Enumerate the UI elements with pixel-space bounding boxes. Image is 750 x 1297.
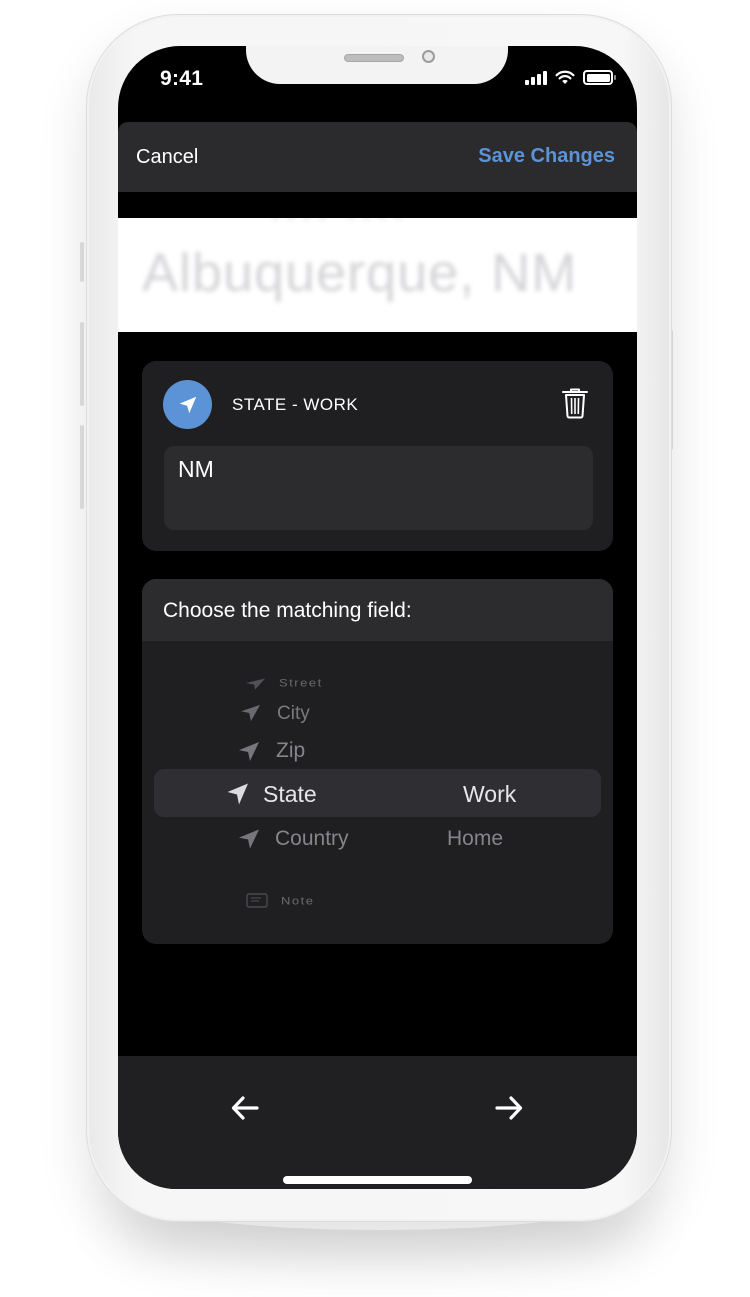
volume-up-button: [80, 322, 84, 406]
field-card: STATE - WORK NM: [142, 361, 613, 551]
delete-button[interactable]: [561, 387, 589, 419]
mute-switch: [80, 242, 84, 282]
front-camera: [422, 50, 435, 63]
picker-row-zip[interactable]: Zip: [142, 736, 613, 766]
picker-type-label: Work: [463, 781, 517, 807]
picker-field-label: Street: [279, 676, 323, 689]
home-indicator[interactable]: [283, 1176, 472, 1184]
picker-header: Choose the matching field:: [142, 579, 613, 641]
wifi-icon: [555, 70, 575, 84]
picker-row-note[interactable]: Note: [142, 891, 613, 911]
previous-button[interactable]: [225, 1088, 265, 1128]
field-value-input[interactable]: NM: [164, 446, 593, 530]
note-icon: [246, 893, 268, 908]
location-arrow-icon: [245, 678, 266, 690]
bottom-toolbar: [118, 1056, 637, 1189]
picker-type-label: Home: [447, 827, 504, 850]
location-arrow-icon: [179, 396, 196, 413]
status-icons: [525, 70, 616, 85]
location-arrow-icon: [238, 829, 260, 849]
picker-row-street[interactable]: Street: [142, 674, 613, 694]
location-arrow-icon: [239, 741, 260, 762]
status-time: 9:41: [160, 67, 204, 90]
picker-field-label: State: [263, 781, 317, 807]
notch: [246, 46, 508, 84]
picker-field-label: Note: [281, 894, 315, 907]
screen: 9:41 Cancel Save Changes ···· ···· Albuq…: [118, 46, 637, 1189]
next-button[interactable]: [489, 1088, 529, 1128]
cancel-button[interactable]: Cancel: [136, 146, 198, 169]
location-arrow-icon: [227, 783, 248, 805]
scanned-text-preview: ···· ···· Albuquerque, NM: [118, 218, 637, 332]
picker-row-country[interactable]: Country Home: [142, 823, 613, 855]
picker-row-city[interactable]: City: [142, 700, 613, 728]
cellular-signal-icon: [525, 70, 547, 85]
field-title: STATE - WORK: [232, 395, 359, 414]
arrow-left-icon: [231, 1096, 259, 1120]
trash-icon: [562, 388, 588, 419]
preview-partial-text: ···· ····: [268, 218, 406, 240]
battery-icon: [583, 70, 616, 85]
picker-row-state[interactable]: State Work: [142, 773, 613, 813]
location-arrow-icon: [241, 704, 260, 722]
location-badge: [163, 380, 212, 429]
picker-field-label: City: [277, 703, 310, 724]
volume-down-button: [80, 425, 84, 509]
speaker-grille: [344, 54, 404, 62]
picker-field-label: Country: [275, 827, 349, 850]
field-picker-card: Choose the matching field: Street City Z…: [142, 579, 613, 944]
picker-title: Choose the matching field:: [163, 599, 412, 622]
picker-field-label: Zip: [276, 739, 306, 762]
arrow-right-icon: [495, 1096, 523, 1120]
save-changes-button[interactable]: Save Changes: [478, 145, 615, 168]
preview-text: Albuquerque, NM: [142, 243, 578, 303]
navigation-bar: Cancel Save Changes: [118, 122, 637, 192]
